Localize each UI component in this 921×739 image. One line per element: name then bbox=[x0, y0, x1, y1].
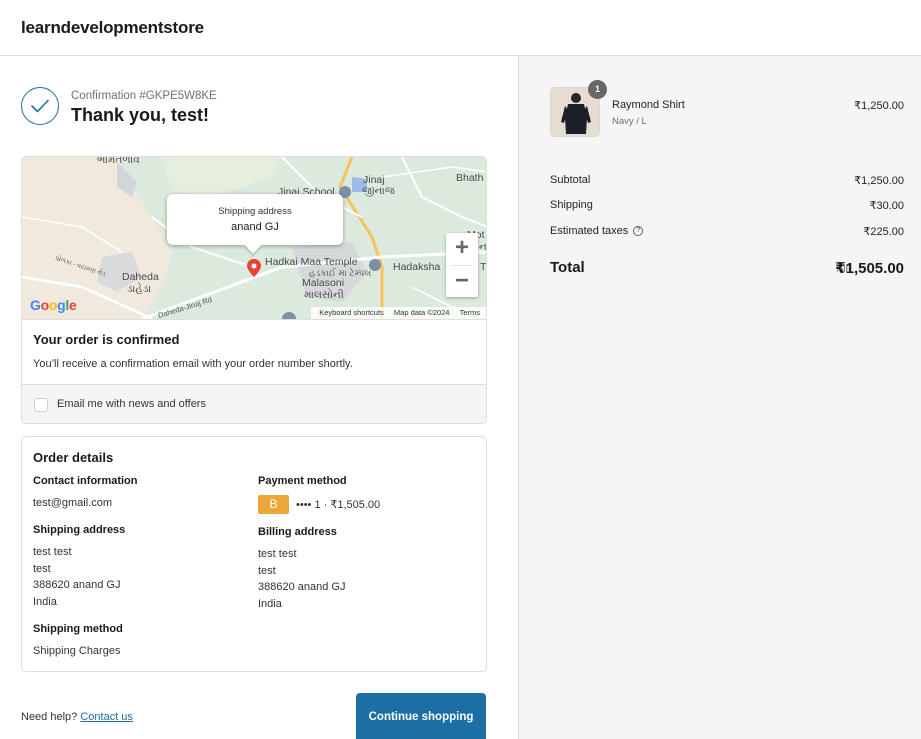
order-confirmed-section: Your order is confirmed You’ll receive a… bbox=[22, 319, 486, 384]
map-label-jinaj-gu: જીનાજ bbox=[362, 185, 395, 197]
main-column: Confirmation #GKPE5W8KE Thank you, test! bbox=[0, 56, 518, 739]
order-details-card: Order details Contact information test@g… bbox=[21, 436, 487, 672]
order-confirmed-title: Your order is confirmed bbox=[33, 332, 180, 347]
subtotal-label: Subtotal bbox=[550, 174, 591, 186]
contact-email: test@gmail.com bbox=[33, 497, 113, 509]
map-label-bhath: Bhath bbox=[456, 172, 484, 184]
product-variant: Navy / L bbox=[612, 116, 647, 127]
map-label-bhamtalav: ભામતળાવ bbox=[97, 157, 140, 166]
shipping-method-title: Shipping method bbox=[33, 623, 123, 635]
subtotal-value: ₹1,250.00 bbox=[854, 175, 904, 187]
page-title: Thank you, test! bbox=[71, 105, 210, 125]
billing-address-line: test bbox=[258, 564, 276, 577]
taxes-value: ₹225.00 bbox=[863, 226, 904, 238]
map-popup-value: anand GJ bbox=[231, 221, 279, 233]
newsletter-checkbox[interactable] bbox=[34, 398, 48, 412]
taxes-label: Estimated taxes bbox=[550, 225, 629, 237]
google-logo[interactable]: Google bbox=[30, 297, 77, 313]
keyboard-shortcuts-link[interactable]: Keyboard shortcuts bbox=[319, 308, 384, 317]
shipping-address-line: test test bbox=[33, 546, 72, 558]
order-details-title: Order details bbox=[33, 450, 114, 465]
map-label-daheda: Daheda bbox=[122, 271, 159, 283]
shipping-address-line: 388620 anand GJ bbox=[33, 579, 121, 591]
shipping-address-line: test bbox=[33, 562, 51, 575]
payment-badge-icon: B bbox=[258, 495, 289, 514]
order-status-card: ભામતળાવ Jinaj School Jinaj જીનાજ Bhath H… bbox=[21, 156, 487, 424]
continue-shopping-button[interactable]: Continue shopping bbox=[356, 693, 486, 739]
map-attribution: Keyboard shortcuts Map data ©2024 Terms bbox=[311, 307, 486, 319]
shipping-method-value: Shipping Charges bbox=[33, 645, 121, 657]
info-icon[interactable]: ? bbox=[633, 226, 644, 237]
total-value: ₹1,505.00 bbox=[835, 260, 904, 277]
payment-details: •••• 1 · ₹1,505.00 bbox=[296, 499, 381, 511]
shipping-address-title: Shipping address bbox=[33, 524, 126, 536]
contact-info-title: Contact information bbox=[33, 475, 138, 487]
shipping-address-line: India bbox=[33, 595, 57, 608]
billing-address-line: 388620 anand GJ bbox=[258, 581, 346, 593]
map-pin-icon[interactable] bbox=[247, 259, 261, 277]
map-label-daheda-gu: ડાહેડા bbox=[127, 283, 152, 295]
map-zoom-controls: + − bbox=[446, 233, 478, 297]
map-label-t-edge: T bbox=[480, 261, 487, 273]
map-data-text: Map data ©2024 bbox=[393, 308, 450, 317]
help-label: Need help? bbox=[21, 711, 78, 723]
map-popup-title: Shipping address bbox=[218, 206, 292, 217]
zoom-in-button[interactable]: + bbox=[446, 233, 478, 265]
total-label: Total bbox=[550, 259, 585, 276]
map-popup: Shipping address anand GJ bbox=[167, 194, 343, 254]
taxes-row-label: Estimated taxes? bbox=[550, 225, 644, 237]
google-logo-letter: o bbox=[40, 297, 50, 313]
billing-address-title: Billing address bbox=[258, 526, 337, 538]
shipping-value: ₹30.00 bbox=[869, 200, 904, 212]
zoom-out-button[interactable]: − bbox=[446, 266, 478, 298]
quantity-badge: 1 bbox=[588, 80, 607, 99]
map-label-malasoni-gu: માલસોની bbox=[304, 289, 344, 301]
check-circle-icon bbox=[21, 87, 59, 125]
product-price: ₹1,250.00 bbox=[854, 100, 904, 112]
map-label-na-edge: ના bbox=[479, 241, 486, 254]
store-name[interactable]: learndevelopmentstore bbox=[21, 18, 204, 38]
header: learndevelopmentstore bbox=[0, 0, 921, 56]
billing-address: test test test 388620 anand GJ India bbox=[258, 546, 345, 612]
product-name: Raymond Shirt bbox=[612, 99, 685, 111]
newsletter-label[interactable]: Email me with news and offers bbox=[57, 398, 206, 410]
payment-method-title: Payment method bbox=[258, 475, 347, 487]
shipping-map[interactable]: ભામતળાવ Jinaj School Jinaj જીનાજ Bhath H… bbox=[22, 157, 487, 319]
google-logo-letter: G bbox=[30, 297, 41, 313]
map-label-hadaksha: Hadaksha bbox=[393, 261, 441, 273]
order-summary: 1 Raymond Shirt Navy / L ₹1,250.00 Subto… bbox=[518, 56, 921, 739]
map-label-malasoni: Malasoni bbox=[302, 277, 345, 289]
billing-address-line: test test bbox=[258, 548, 297, 560]
billing-address-line: India bbox=[258, 597, 282, 610]
newsletter-section: Email me with news and offers bbox=[22, 384, 486, 423]
contact-us-link[interactable]: Contact us bbox=[80, 711, 133, 723]
shipping-label: Shipping bbox=[550, 199, 593, 211]
google-logo-letter: e bbox=[68, 297, 77, 313]
help-text: Need help? Contact us bbox=[21, 711, 133, 723]
google-logo-letter: o bbox=[48, 297, 58, 313]
confirmation-number: Confirmation #GKPE5W8KE bbox=[71, 90, 217, 102]
map-label-hadkai-temple: Hadkai Maa Temple bbox=[265, 256, 358, 268]
order-confirmed-text: You’ll receive a confirmation email with… bbox=[33, 358, 353, 370]
google-logo-text: Google bbox=[30, 297, 77, 313]
terms-link[interactable]: Terms bbox=[460, 308, 480, 317]
shipping-address: test test test 388620 anand GJ India bbox=[33, 544, 120, 610]
